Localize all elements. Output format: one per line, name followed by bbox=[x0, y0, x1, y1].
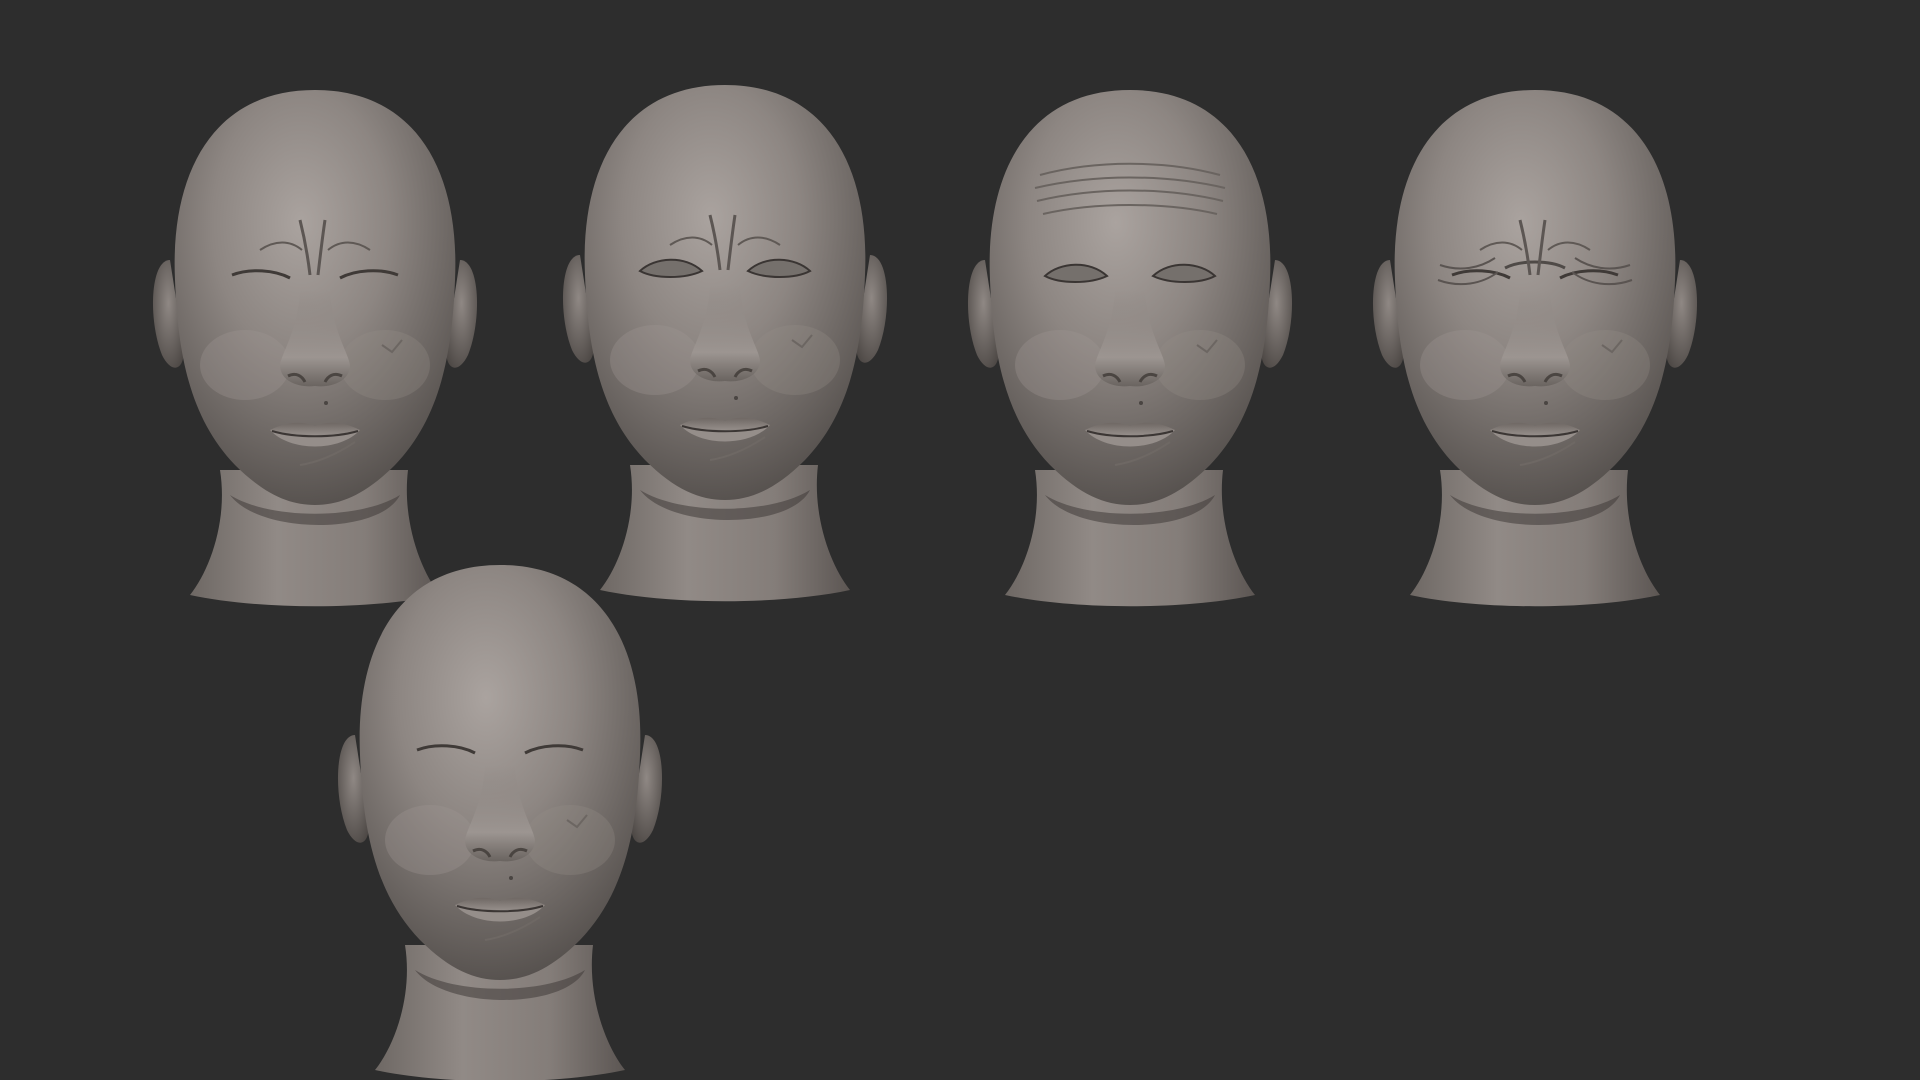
head-sculpt-frown-closed bbox=[150, 88, 480, 610]
head-sculpt-neutral bbox=[335, 563, 665, 1080]
sculpt-viewport bbox=[0, 0, 1920, 1080]
head-sculpt-frown-open bbox=[560, 83, 890, 605]
head-sculpt-raised-brows bbox=[965, 88, 1295, 610]
head-sculpt-squint bbox=[1370, 88, 1700, 610]
